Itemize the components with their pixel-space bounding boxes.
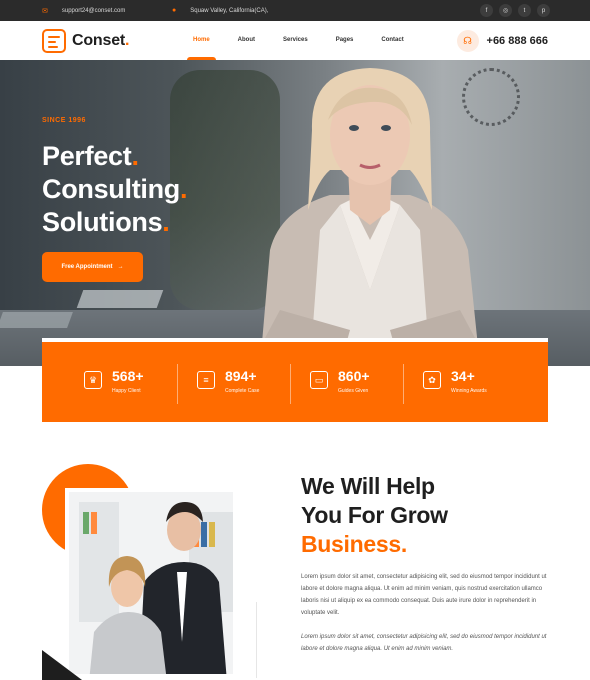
hero-woman-image	[250, 68, 490, 366]
desk-paper	[76, 290, 164, 308]
stat-complete-case: ≡ 894+ Complete Case	[197, 368, 259, 394]
trophy-icon: ♛	[84, 371, 102, 389]
facebook-icon[interactable]: f	[480, 4, 493, 17]
instagram-icon[interactable]: ◎	[499, 4, 512, 17]
twitter-icon[interactable]: t	[518, 4, 531, 17]
top-bar: ✉ support24@conset.com ● Squaw Valley, C…	[0, 0, 590, 21]
stat-happy-client: ♛ 568+ Happy Client	[84, 368, 144, 394]
stat-value: 860+	[338, 368, 370, 384]
hero-section: SINCE 1996 Perfect. Consulting. Solution…	[0, 60, 590, 366]
divider-line	[256, 602, 257, 678]
stat-label: Winning Awards	[451, 388, 487, 394]
about-heading: We Will Help You For Grow Business.	[301, 473, 448, 557]
nav-contact[interactable]: Contact	[381, 21, 403, 60]
hero-line-3: Solutions	[42, 207, 163, 237]
site-logo[interactable]: Conset.	[42, 29, 129, 53]
nav-menu: Home About Services Pages Contact	[187, 21, 432, 60]
email-text: support24@conset.com	[61, 7, 126, 14]
about-line-1: We Will Help	[301, 473, 435, 499]
about-quote: Lorem ipsum dolor sit amet, consectetur …	[301, 634, 547, 652]
main-navbar: Conset. Home About Services Pages Contac…	[0, 21, 590, 60]
team-photo	[65, 488, 237, 678]
divider	[177, 364, 178, 404]
desk-paper	[0, 312, 73, 328]
award-icon: ✿	[423, 371, 441, 389]
stat-guides-given: ▭ 860+ Guides Given	[310, 368, 370, 394]
about-line-3: Business	[301, 531, 401, 557]
divider	[403, 364, 404, 404]
team-photo-image	[69, 492, 233, 674]
arrow-right-icon: →	[117, 264, 124, 270]
stat-winning-awards: ✿ 34+ Winning Awards	[423, 368, 487, 394]
stat-label: Complete Case	[225, 388, 260, 394]
nav-services[interactable]: Services	[283, 21, 308, 60]
about-image-block	[42, 464, 242, 680]
about-section: We Will Help You For Grow Business. Lore…	[301, 472, 551, 655]
logo-text: Conset	[72, 32, 126, 49]
free-appointment-button[interactable]: Free Appointment →	[42, 252, 143, 282]
mail-icon: ✉	[42, 7, 48, 15]
hero-headline: Perfect. Consulting. Solutions.	[42, 141, 188, 237]
stat-label: Guides Given	[338, 388, 369, 394]
social-links: f ◎ t p	[480, 4, 550, 17]
hero-line-2: Consulting	[42, 174, 180, 204]
about-line-2: You For Grow	[301, 502, 448, 528]
location-pin-icon: ●	[172, 7, 177, 14]
topbar-email[interactable]: ✉ support24@conset.com	[42, 0, 125, 21]
stat-label: Happy Client	[112, 388, 141, 394]
monitor-icon: ▭	[310, 371, 328, 389]
nav-pages[interactable]: Pages	[336, 21, 354, 60]
headset-icon: ☊	[456, 30, 479, 52]
since-tagline: SINCE 1996	[42, 117, 86, 124]
stat-value: 34+	[451, 368, 475, 384]
stats-banner: ♛ 568+ Happy Client ≡ 894+ Complete Case…	[42, 338, 548, 422]
stat-value: 568+	[112, 368, 144, 384]
nav-about[interactable]: About	[238, 21, 255, 60]
nav-home[interactable]: Home	[187, 21, 216, 60]
address-text: Squaw Valley, California(CA),	[190, 7, 269, 14]
topbar-address: ● Squaw Valley, California(CA),	[172, 0, 268, 21]
case-icon: ≡	[197, 371, 215, 389]
cta-label: Free Appointment	[61, 264, 113, 270]
pinterest-icon[interactable]: p	[537, 4, 550, 17]
about-paragraph: Lorem ipsum dolor sit amet, consectetur …	[301, 574, 547, 616]
logo-icon	[42, 29, 66, 53]
phone-number: +66 888 666	[486, 35, 548, 47]
nav-phone[interactable]: ☊ +66 888 666	[456, 30, 548, 52]
stat-value: 894+	[225, 368, 257, 384]
decorative-corner	[42, 650, 82, 680]
divider	[290, 364, 291, 404]
hero-line-1: Perfect	[42, 141, 132, 171]
